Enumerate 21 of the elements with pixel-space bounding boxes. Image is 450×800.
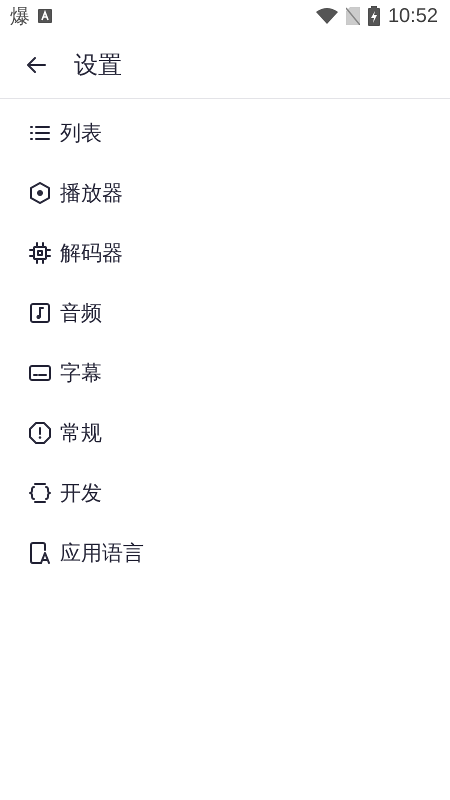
notification-icon xyxy=(38,9,52,23)
menu-item[interactable]: 应用语言 xyxy=(0,523,450,583)
menu-item[interactable]: 音频 xyxy=(0,283,450,343)
menu-item[interactable]: 列表 xyxy=(0,103,450,163)
menu-item[interactable]: 解码器 xyxy=(0,223,450,283)
translate-icon xyxy=(28,541,52,565)
no-sim-icon xyxy=(346,7,360,25)
menu-item[interactable]: 常规 xyxy=(0,403,450,463)
braces-device-icon xyxy=(28,481,52,505)
wifi-icon xyxy=(316,8,338,24)
alert-icon xyxy=(28,421,52,445)
menu-item[interactable]: 字幕 xyxy=(0,343,450,403)
chip-icon xyxy=(28,241,52,265)
notification-glyph: 爆 xyxy=(10,6,30,26)
menu-item[interactable]: 开发 xyxy=(0,463,450,523)
music-note-icon xyxy=(28,301,52,325)
battery-charging-icon xyxy=(368,6,380,26)
clock-time: 10:52 xyxy=(388,4,438,29)
hexagon-icon xyxy=(28,181,52,205)
menu-item[interactable]: 播放器 xyxy=(0,163,450,223)
page-title: 设置 xyxy=(74,50,122,81)
